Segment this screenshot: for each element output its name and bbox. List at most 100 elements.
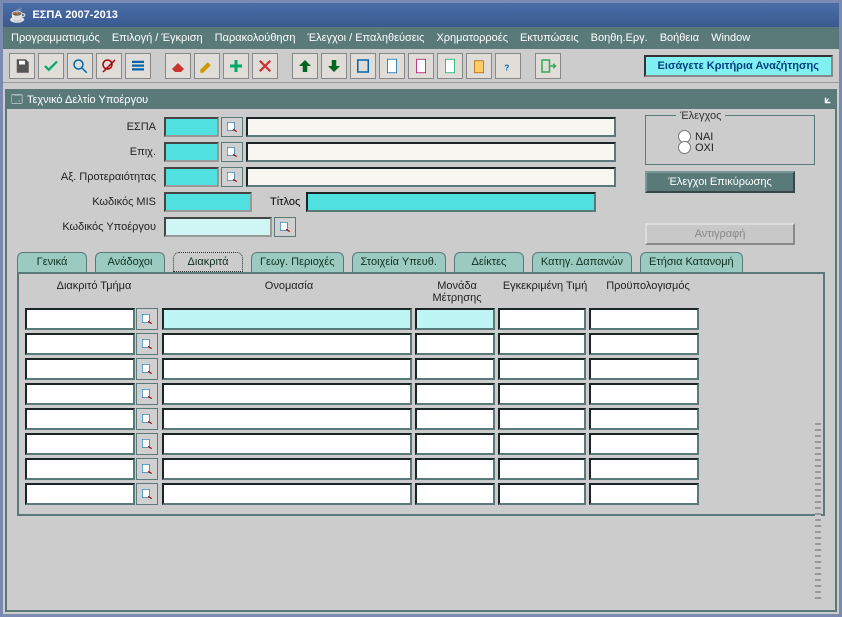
exit-icon[interactable]: [535, 53, 561, 79]
cell-approved[interactable]: [498, 308, 586, 330]
tab-contractors[interactable]: Ανάδοχοι: [95, 252, 165, 272]
clear-icon[interactable]: [165, 53, 191, 79]
cancel-search-icon[interactable]: [96, 53, 122, 79]
cell-budget[interactable]: [589, 458, 699, 480]
help-icon[interactable]: ?: [495, 53, 521, 79]
up-arrow-icon[interactable]: [292, 53, 318, 79]
tab-general[interactable]: Γενικά: [17, 252, 87, 272]
subproject-picker[interactable]: [274, 217, 296, 237]
menu-prints[interactable]: Εκτυπώσεις: [520, 32, 579, 44]
clipboard-icon[interactable]: [466, 53, 492, 79]
doc3-icon[interactable]: [437, 53, 463, 79]
cell-name[interactable]: [162, 408, 412, 430]
title-input[interactable]: [306, 192, 596, 212]
menu-window[interactable]: Window: [711, 32, 750, 44]
cell-budget[interactable]: [589, 433, 699, 455]
cell-section[interactable]: [25, 333, 135, 355]
add-icon[interactable]: [223, 53, 249, 79]
cell-budget[interactable]: [589, 358, 699, 380]
edit-icon[interactable]: [194, 53, 220, 79]
row-picker[interactable]: [136, 308, 158, 330]
cell-unit[interactable]: [415, 433, 495, 455]
cell-budget[interactable]: [589, 408, 699, 430]
cell-unit[interactable]: [415, 483, 495, 505]
epix-picker[interactable]: [221, 142, 243, 162]
cell-section[interactable]: [25, 308, 135, 330]
cell-budget[interactable]: [589, 308, 699, 330]
restore-icon[interactable]: ⟀: [824, 94, 831, 107]
cell-approved[interactable]: [498, 333, 586, 355]
epix-desc[interactable]: [246, 142, 616, 162]
row-picker[interactable]: [136, 383, 158, 405]
cell-unit[interactable]: [415, 358, 495, 380]
cell-name[interactable]: [162, 458, 412, 480]
menu-audits[interactable]: Έλεγχοι / Επαληθεύσεις: [307, 32, 424, 44]
cell-unit[interactable]: [415, 308, 495, 330]
scrollbar[interactable]: [815, 423, 821, 603]
search-icon[interactable]: [67, 53, 93, 79]
cell-budget[interactable]: [589, 333, 699, 355]
cell-approved[interactable]: [498, 433, 586, 455]
cell-approved[interactable]: [498, 358, 586, 380]
menu-monitoring[interactable]: Παρακολούθηση: [215, 32, 296, 44]
cell-budget[interactable]: [589, 383, 699, 405]
row-picker[interactable]: [136, 333, 158, 355]
cell-unit[interactable]: [415, 333, 495, 355]
cell-unit[interactable]: [415, 408, 495, 430]
cell-name[interactable]: [162, 358, 412, 380]
doc1-icon[interactable]: [379, 53, 405, 79]
cell-name[interactable]: [162, 433, 412, 455]
menu-cashflow[interactable]: Χρηματορροές: [436, 32, 508, 44]
doc2-icon[interactable]: [408, 53, 434, 79]
menu-help[interactable]: Βοήθεια: [660, 32, 699, 44]
menu-selection-approval[interactable]: Επιλογή / Έγκριση: [112, 32, 203, 44]
axis-picker[interactable]: [221, 167, 243, 187]
check-icon[interactable]: [38, 53, 64, 79]
delete-icon[interactable]: [252, 53, 278, 79]
row-picker[interactable]: [136, 483, 158, 505]
mis-input[interactable]: [164, 192, 252, 212]
cell-name[interactable]: [162, 383, 412, 405]
tab-geo[interactable]: Γεωγ. Περιοχές: [251, 252, 344, 272]
cell-section[interactable]: [25, 433, 135, 455]
axis-input[interactable]: [164, 167, 219, 187]
espa-input[interactable]: [164, 117, 219, 137]
subproject-input[interactable]: [164, 217, 272, 237]
row-picker[interactable]: [136, 433, 158, 455]
axis-desc[interactable]: [246, 167, 616, 187]
tab-expense-cat[interactable]: Κατηγ. Δαπανών: [532, 252, 632, 272]
cell-approved[interactable]: [498, 383, 586, 405]
down-arrow-icon[interactable]: [321, 53, 347, 79]
check-no-radio[interactable]: [678, 141, 691, 154]
cell-unit[interactable]: [415, 458, 495, 480]
menu-programming[interactable]: Προγραμματισμός: [11, 32, 100, 44]
cell-name[interactable]: [162, 333, 412, 355]
cell-name[interactable]: [162, 483, 412, 505]
menu-tools[interactable]: Βοηθη.Εργ.: [591, 32, 648, 44]
cell-approved[interactable]: [498, 483, 586, 505]
copy-button[interactable]: Αντιγραφή: [645, 223, 795, 245]
row-picker[interactable]: [136, 408, 158, 430]
cell-section[interactable]: [25, 408, 135, 430]
cell-section[interactable]: [25, 383, 135, 405]
cell-approved[interactable]: [498, 408, 586, 430]
cell-section[interactable]: [25, 483, 135, 505]
cell-budget[interactable]: [589, 483, 699, 505]
cell-approved[interactable]: [498, 458, 586, 480]
tab-discrete[interactable]: Διακριτά: [173, 252, 243, 272]
cell-unit[interactable]: [415, 383, 495, 405]
export-icon[interactable]: [350, 53, 376, 79]
validation-button[interactable]: Έλεγχοι Επικύρωσης: [645, 171, 795, 193]
save-icon[interactable]: [9, 53, 35, 79]
list-icon[interactable]: [125, 53, 151, 79]
tab-responsible[interactable]: Στοιχεία Υπευθ.: [352, 252, 446, 272]
row-picker[interactable]: [136, 358, 158, 380]
cell-name[interactable]: [162, 308, 412, 330]
espa-picker[interactable]: [221, 117, 243, 137]
espa-desc[interactable]: [246, 117, 616, 137]
cell-section[interactable]: [25, 458, 135, 480]
row-picker[interactable]: [136, 458, 158, 480]
tab-indicators[interactable]: Δείκτες: [454, 252, 524, 272]
tab-annual[interactable]: Ετήσια Κατανομή: [640, 252, 743, 272]
epix-input[interactable]: [164, 142, 219, 162]
